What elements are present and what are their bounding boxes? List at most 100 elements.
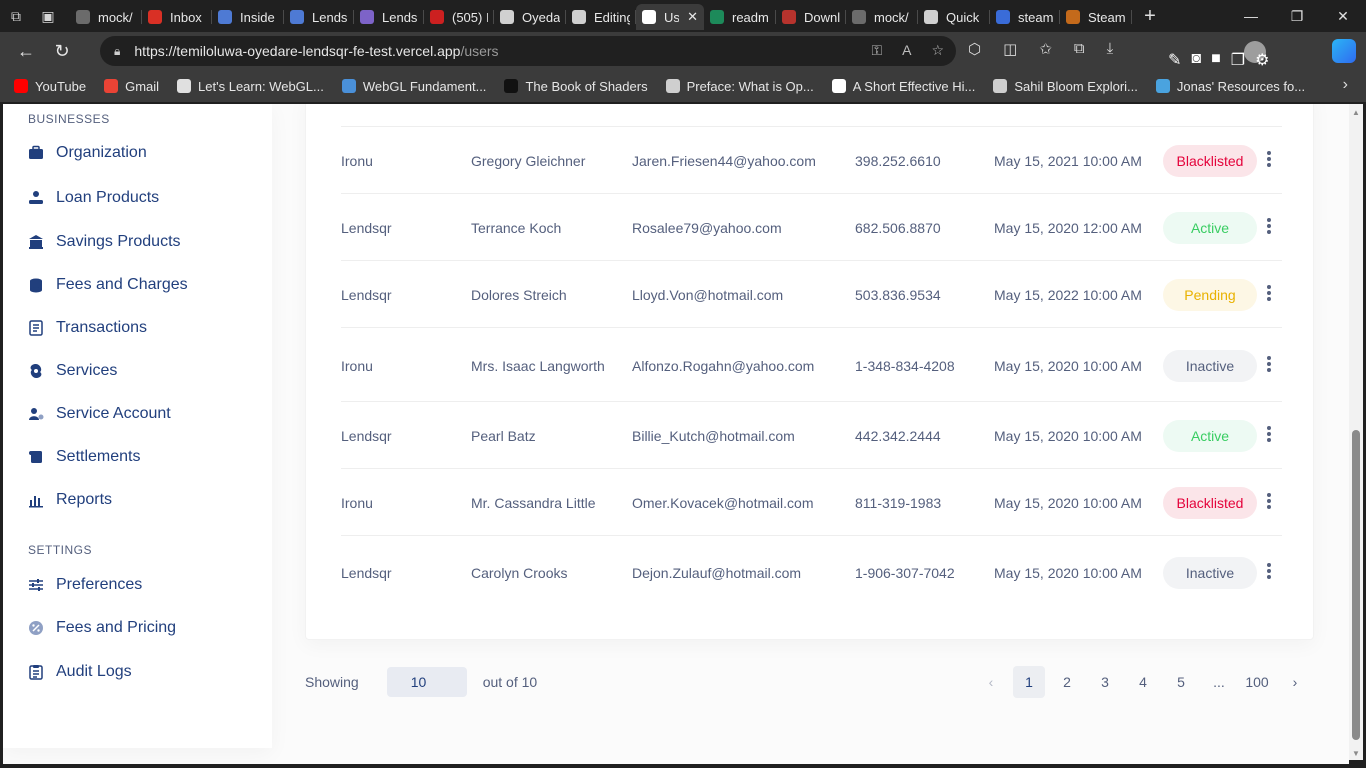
read-aloud-icon[interactable]: A xyxy=(902,42,911,59)
sidebar-item-settlements[interactable]: Settlements xyxy=(28,445,140,469)
collections-icon[interactable]: ⧉ xyxy=(1074,40,1085,58)
transactions-icon xyxy=(28,320,44,336)
cell-date: May 15, 2020 10:00 AM xyxy=(994,495,1142,511)
browser-tab[interactable]: (505) I xyxy=(424,4,494,30)
browser-tab[interactable]: readm xyxy=(704,4,776,30)
galaxy-icon xyxy=(28,363,44,379)
cell-phone: 503.836.9534 xyxy=(855,287,941,303)
page-button[interactable]: 4 xyxy=(1127,666,1159,698)
sidebar-item-fees-and-pricing[interactable]: Fees and Pricing xyxy=(28,616,176,640)
browser-tab[interactable]: Us ✕ xyxy=(636,4,704,30)
tab-close-icon[interactable]: ✕ xyxy=(687,9,698,25)
sidebar-item-audit-logs[interactable]: Audit Logs xyxy=(28,660,132,684)
page-button[interactable]: 100 xyxy=(1241,666,1273,698)
close-window-button[interactable]: ✕ xyxy=(1320,0,1366,32)
bookmark-item[interactable]: YouTube xyxy=(14,79,86,94)
tab-label: mock/ xyxy=(98,9,133,25)
browser-tab[interactable]: steam xyxy=(990,4,1060,30)
browser-tab[interactable]: mock/ xyxy=(846,4,918,30)
sidebar-item-label: Reports xyxy=(56,491,113,508)
sidebar-item-transactions[interactable]: Transactions xyxy=(28,316,147,340)
scrollbar-thumb[interactable] xyxy=(1352,430,1360,740)
copilot-icon[interactable] xyxy=(1332,39,1356,63)
more-options-icon[interactable] xyxy=(1264,216,1274,236)
page-button[interactable]: 5 xyxy=(1165,666,1197,698)
lock-icon[interactable]: 🔒︎ xyxy=(114,44,120,59)
pen-icon[interactable]: ✎ xyxy=(1168,50,1181,70)
bookmark-item[interactable]: Gmail xyxy=(104,79,159,94)
cell-date: May 15, 2020 10:00 AM xyxy=(994,358,1142,374)
camera-icon[interactable]: ◙ xyxy=(1191,50,1201,70)
cell-org: Lendsqr xyxy=(341,428,392,444)
split-screen-icon[interactable]: ◫ xyxy=(1003,40,1017,58)
browser-tab[interactable]: Downl xyxy=(776,4,846,30)
status-badge: Active xyxy=(1163,212,1257,244)
tab-favicon-icon xyxy=(710,10,724,24)
more-options-icon[interactable] xyxy=(1264,424,1274,444)
sidebar-item-service-account[interactable]: Service Account xyxy=(28,402,171,426)
scroll-up-arrow[interactable]: ▲ xyxy=(1352,108,1360,117)
more-options-icon[interactable] xyxy=(1264,491,1274,511)
extensions-icon[interactable]: ⬡ xyxy=(968,40,981,58)
cell-org: Ironu xyxy=(341,153,373,169)
browser-tab[interactable]: Oyeda xyxy=(494,4,566,30)
windows-icon[interactable]: ❐ xyxy=(1231,50,1245,70)
page-size-select[interactable]: 10 xyxy=(386,667,467,697)
bookmark-item[interactable]: Sahil Bloom Explori... xyxy=(993,79,1138,94)
cell-email: Omer.Kovacek@hotmail.com xyxy=(632,495,814,511)
bookmark-label: YouTube xyxy=(35,78,87,94)
vertical-tabs-icon[interactable]: ▣ xyxy=(32,0,64,32)
bookmark-item[interactable]: The Book of Shaders xyxy=(504,79,648,94)
bookmark-item[interactable]: Preface: What is Op... xyxy=(665,79,814,94)
sidebar-item-preferences[interactable]: Preferences xyxy=(28,573,142,597)
favorites-icon[interactable]: ✩ xyxy=(1039,40,1052,58)
more-options-icon[interactable] xyxy=(1264,283,1274,303)
bookmark-item[interactable]: WebGL Fundament... xyxy=(341,79,486,94)
more-options-icon[interactable] xyxy=(1264,149,1274,169)
more-options-icon[interactable] xyxy=(1264,354,1274,374)
browser-tab[interactable]: Steam xyxy=(1060,4,1132,30)
chart-bar-icon xyxy=(28,492,44,508)
prev-page-icon[interactable]: ‹ xyxy=(975,666,1007,698)
sidebar-item-savings-products[interactable]: Savings Products xyxy=(28,230,181,254)
restore-button[interactable]: ❐ xyxy=(1274,0,1320,32)
page-button[interactable]: 1 xyxy=(1013,666,1045,698)
sidebar-item-organization[interactable]: Organization xyxy=(28,141,147,165)
key-icon[interactable]: ⚿ xyxy=(871,42,882,59)
workspaces-icon[interactable]: ⧉ xyxy=(0,0,32,32)
browser-tab[interactable]: Inside xyxy=(212,4,284,30)
downloads-icon[interactable]: ⤓ xyxy=(1107,40,1114,58)
back-button[interactable]: ← xyxy=(8,35,44,67)
more-options-icon[interactable] xyxy=(1264,561,1274,581)
bookmark-item[interactable]: A Short Effective Hi... xyxy=(831,79,975,94)
new-tab-button[interactable]: + xyxy=(1132,5,1168,28)
page-button[interactable]: 2 xyxy=(1051,666,1083,698)
favorite-star-icon[interactable]: ☆ xyxy=(931,42,944,59)
refresh-button[interactable]: ↻ xyxy=(44,35,80,67)
video-icon[interactable]: ■ xyxy=(1211,50,1221,70)
sidebar-item-loan-products[interactable]: Loan Products xyxy=(28,186,159,210)
address-bar[interactable]: 🔒︎ https://temiloluwa-oyedare-lendsqr-fe… xyxy=(100,36,956,66)
tab-label: Inbox xyxy=(170,9,202,25)
chevron-right-icon[interactable]: › xyxy=(1343,76,1348,94)
sidebar-item-fees-and-charges[interactable]: Fees and Charges xyxy=(28,273,188,297)
page-button[interactable]: 3 xyxy=(1089,666,1121,698)
settings-gear-icon[interactable]: ⚙ xyxy=(1255,50,1269,70)
page-scrollbar[interactable]: ▲ ▼ xyxy=(1349,104,1363,760)
sidebar-item-services[interactable]: Services xyxy=(28,359,117,383)
browser-tab[interactable]: Inbox xyxy=(142,4,212,30)
url-host: https://temiloluwa-oyedare-lendsqr-fe-te… xyxy=(134,43,461,59)
next-page-icon[interactable]: › xyxy=(1279,666,1311,698)
scroll-down-arrow[interactable]: ▼ xyxy=(1352,749,1360,758)
browser-tab[interactable]: Quick xyxy=(918,4,990,30)
tab-favicon-icon xyxy=(500,10,514,24)
sidebar-item-reports[interactable]: Reports xyxy=(28,488,112,512)
browser-tab[interactable]: Lends xyxy=(354,4,424,30)
bookmark-item[interactable]: Let's Learn: WebGL... xyxy=(177,79,324,94)
browser-tab[interactable]: Lends xyxy=(284,4,354,30)
bookmark-item[interactable]: Jonas' Resources fo... xyxy=(1155,79,1305,94)
minimize-button[interactable]: — xyxy=(1228,0,1274,32)
browser-tab[interactable]: mock/ xyxy=(70,4,142,30)
browser-tab[interactable]: Editing xyxy=(566,4,636,30)
sidebar-item-label: Transactions xyxy=(56,319,147,336)
